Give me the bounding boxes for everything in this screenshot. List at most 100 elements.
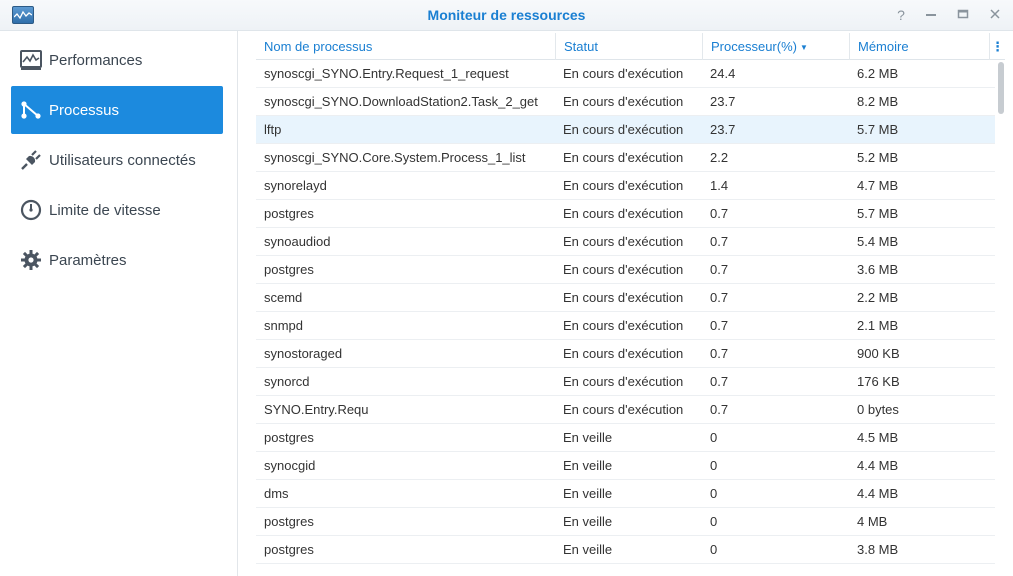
table-row[interactable]: postgres En veille 0 4 MB <box>256 508 995 536</box>
table-row[interactable]: lftp En cours d'exécution 23.7 5.7 MB <box>256 116 995 144</box>
cell-cpu: 0.7 <box>710 318 729 333</box>
cell-name: postgres <box>264 430 314 445</box>
cell-memory: 3.8 MB <box>857 542 899 557</box>
table-row[interactable]: synocgid En veille 0 4.4 MB <box>256 452 995 480</box>
cell-name: synocgid <box>264 458 316 473</box>
cell-memory: 5.7 MB <box>857 206 899 221</box>
sidebar-item-limite-de-vitesse[interactable]: Limite de vitesse <box>11 186 223 234</box>
cell-name: synostoraged <box>264 346 343 361</box>
cell-name: lftp <box>264 122 282 137</box>
process-nodes-icon <box>19 98 43 122</box>
close-icon[interactable] <box>987 7 1003 23</box>
cell-status: En cours d'exécution <box>563 122 684 137</box>
cell-name: synorelayd <box>264 178 327 193</box>
column-header-cpu-label: Processeur(%) <box>711 39 797 54</box>
sort-descending-icon: ▼ <box>799 43 808 52</box>
table-row[interactable]: synostoraged En cours d'exécution 0.7 900 K… <box>256 340 995 368</box>
minimize-icon[interactable] <box>923 7 939 23</box>
cell-cpu: 24.4 <box>710 66 736 81</box>
table-row[interactable]: synoscgi_SYNO.Core.System.Process_1_list… <box>256 144 995 172</box>
sidebar-item-parametres[interactable]: Paramètres <box>11 236 223 284</box>
sidebar-item-processus[interactable]: Processus <box>11 86 223 134</box>
column-header-name[interactable]: Nom de processus <box>256 33 555 60</box>
cell-memory: 900 KB <box>857 346 900 361</box>
cell-status: En cours d'exécution <box>563 66 684 81</box>
table-row[interactable]: synorelayd En cours d'exécution 1.4 4.7 MB <box>256 172 995 200</box>
cell-name: postgres <box>264 514 314 529</box>
maximize-icon[interactable] <box>955 7 971 23</box>
plug-icon <box>19 148 43 172</box>
cell-name: synoscgi_SYNO.Entry.Request_1_request <box>264 66 509 81</box>
table-row[interactable]: postgres En veille 0 4.5 MB <box>256 424 995 452</box>
cell-cpu: 0 <box>710 542 718 557</box>
cell-name: postgres <box>264 206 314 221</box>
cell-cpu: 0.7 <box>710 402 729 417</box>
cell-memory: 0 bytes <box>857 402 899 417</box>
column-header-memory[interactable]: Mémoire <box>849 33 989 60</box>
table-row[interactable]: scemd En cours d'exécution 0.7 2.2 MB <box>256 284 995 312</box>
gear-icon <box>19 248 43 272</box>
cell-status: En veille <box>563 430 613 445</box>
window-title: Moniteur de ressources <box>427 7 586 23</box>
speedometer-icon <box>19 198 43 222</box>
table-row[interactable]: synoscgi_SYNO.Entry.Request_1_request En … <box>256 60 995 88</box>
cell-name: snmpd <box>264 318 304 333</box>
sidebar-item-utilisateurs-connectes[interactable]: Utilisateurs connectés <box>11 136 223 184</box>
cell-status: En cours d'exécution <box>563 346 684 361</box>
cell-memory: 2.2 MB <box>857 290 899 305</box>
table-row[interactable]: postgres En veille 0 3.8 MB <box>256 536 995 564</box>
table-row[interactable]: postgres En cours d'exécution 0.7 5.7 MB <box>256 200 995 228</box>
cell-cpu: 1.4 <box>710 178 729 193</box>
cell-memory: 4.5 MB <box>857 430 899 445</box>
cell-memory: 8.2 MB <box>857 94 899 109</box>
sidebar-item-label: Processus <box>49 101 120 119</box>
sidebar-item-label: Utilisateurs connectés <box>49 151 196 169</box>
cell-memory: 6.2 MB <box>857 66 899 81</box>
cell-cpu: 0 <box>710 514 718 529</box>
cell-name: postgres <box>264 262 314 277</box>
table-row[interactable]: snmpd En cours d'exécution 0.7 2.1 MB <box>256 312 995 340</box>
cell-cpu: 23.7 <box>710 94 736 109</box>
cell-status: En cours d'exécution <box>563 262 684 277</box>
cell-memory: 5.4 MB <box>857 234 899 249</box>
cell-status: En cours d'exécution <box>563 206 684 221</box>
cell-name: synoscgi_SYNO.DownloadStation2.Task_2_ge… <box>264 94 538 109</box>
cell-memory: 4.7 MB <box>857 178 899 193</box>
cell-status: En cours d'exécution <box>563 178 684 193</box>
cell-cpu: 0.7 <box>710 262 729 277</box>
table-row[interactable]: synorcd En cours d'exécution 0.7 176 KB <box>256 368 995 396</box>
cell-cpu: 0.7 <box>710 374 729 389</box>
cell-status: En veille <box>563 542 613 557</box>
table-row[interactable]: synoscgi_SYNO.DownloadStation2.Task_2_ge… <box>256 88 995 116</box>
help-icon[interactable]: ? <box>893 7 909 23</box>
cell-memory: 4 MB <box>857 514 888 529</box>
table-row[interactable]: SYNO.Entry.Requ En cours d'exécution 0.7 0 … <box>256 396 995 424</box>
cell-status: En veille <box>563 458 613 473</box>
column-header-cpu[interactable]: Processeur(%) ▼ <box>702 33 849 60</box>
cell-cpu: 2.2 <box>710 150 729 165</box>
cell-name: synoaudiod <box>264 234 331 249</box>
cell-status: En cours d'exécution <box>563 374 684 389</box>
cell-name: scemd <box>264 290 303 305</box>
cell-cpu: 0.7 <box>710 206 729 221</box>
cell-cpu: 0 <box>710 486 718 501</box>
table-row[interactable]: postgres En cours d'exécution 0.7 3.6 MB <box>256 256 995 284</box>
cell-memory: 4.4 MB <box>857 458 899 473</box>
cell-memory: 5.2 MB <box>857 150 899 165</box>
cell-memory: 4.4 MB <box>857 486 899 501</box>
table-row[interactable]: dms En veille 0 4.4 MB <box>256 480 995 508</box>
cell-memory: 5.7 MB <box>857 122 899 137</box>
column-header-status[interactable]: Statut <box>555 33 702 60</box>
scrollbar-thumb[interactable] <box>998 62 1004 114</box>
table-row[interactable]: synoaudiod En cours d'exécution 0.7 5.4 MB <box>256 228 995 256</box>
column-menu-icon[interactable]: ⋮ <box>989 33 1005 60</box>
cell-cpu: 23.7 <box>710 122 736 137</box>
cell-status: En cours d'exécution <box>563 318 684 333</box>
cell-memory: 2.1 MB <box>857 318 899 333</box>
sidebar-nav: Performances Processus Utilisateurs conn… <box>0 31 238 576</box>
vertical-scrollbar[interactable] <box>997 60 1005 576</box>
cell-name: dms <box>264 486 289 501</box>
cell-name: SYNO.Entry.Requ <box>264 402 369 417</box>
cell-cpu: 0 <box>710 458 718 473</box>
sidebar-item-performances[interactable]: Performances <box>11 36 223 84</box>
